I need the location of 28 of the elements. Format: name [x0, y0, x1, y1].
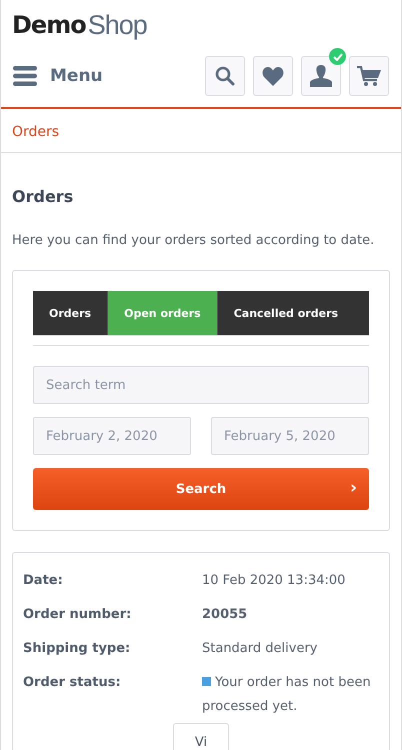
cart-icon: [357, 66, 381, 86]
search-icon: [215, 66, 235, 86]
date-field[interactable]: February 2, 2020: [33, 417, 191, 455]
field-label: Order number:: [23, 606, 132, 624]
date-field[interactable]: February 5, 2020: [211, 417, 369, 455]
search-button[interactable]: Search ›: [33, 468, 369, 510]
chevron-icon: ›: [350, 479, 357, 497]
search-field[interactable]: Search term: [33, 366, 369, 404]
breadcrumb-link[interactable]: Orders: [12, 124, 60, 140]
search-button[interactable]: [205, 56, 245, 96]
field-label: Shipping type:: [23, 640, 132, 658]
page-title: Orders: [12, 187, 74, 206]
view-button[interactable]: Vi: [173, 723, 229, 750]
field-value: Standard delivery: [202, 640, 318, 658]
heart-button[interactable]: [253, 56, 293, 96]
field-value: 20055: [202, 606, 248, 624]
user-button[interactable]: [301, 56, 341, 96]
shop-logo[interactable]: DemoShop: [1, 0, 401, 42]
heart-icon: [262, 66, 284, 86]
field-label: Order status:: [23, 674, 122, 692]
field-label: Date:: [23, 572, 64, 590]
menu-icon: [13, 66, 37, 86]
menu-button[interactable]: Menu: [13, 66, 103, 86]
cart-button[interactable]: [349, 56, 389, 96]
field-value: 10 Feb 2020 13:34:00: [202, 572, 346, 590]
user-icon: [310, 65, 332, 87]
status-text: Your order has not been processed yet.: [202, 675, 371, 714]
intro-text: Here you can find your orders sorted according to date.: [12, 233, 376, 248]
